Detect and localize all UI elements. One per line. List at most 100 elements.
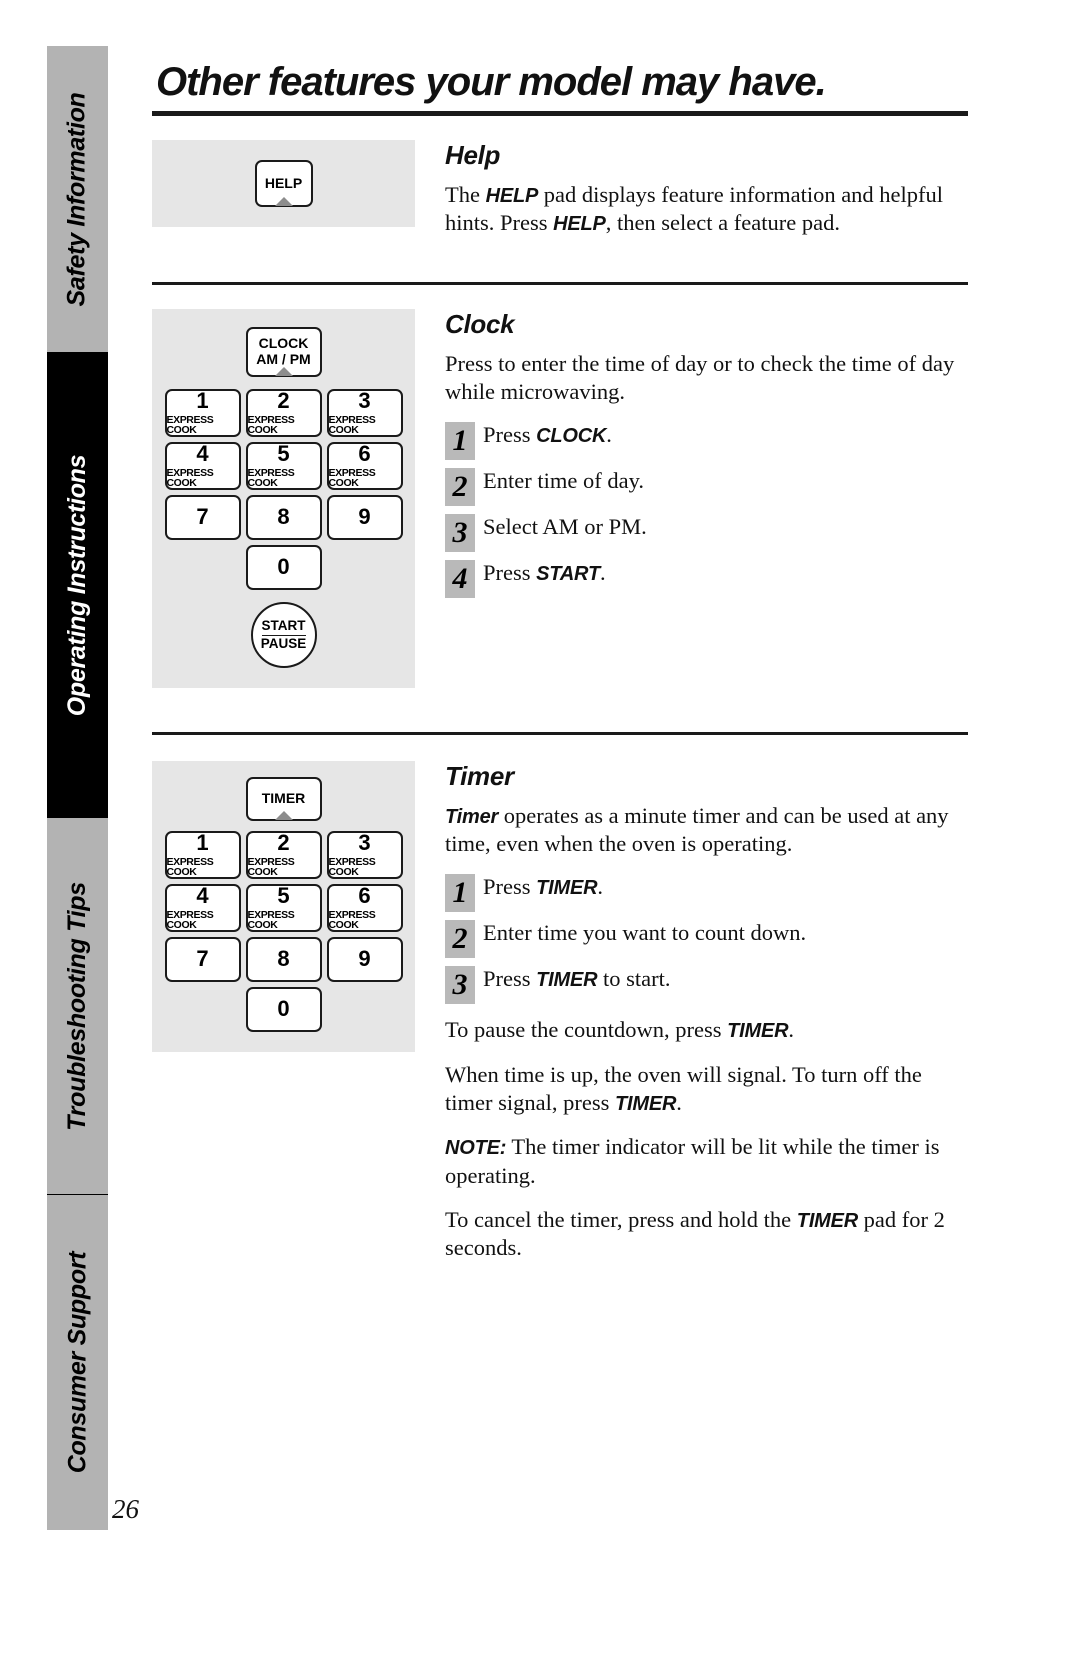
step-text-part-a: Select AM or PM. [483, 514, 647, 540]
keypad-key-0[interactable]: 0 [245, 544, 322, 590]
keypad-key-7[interactable]: 7 [164, 494, 241, 540]
step-text-part-a: Enter time of day. [483, 468, 644, 494]
keypad-key-5[interactable]: 5 EXPRESS COOK [245, 882, 322, 932]
keypad-key-sublabel: EXPRESS COOK [166, 413, 214, 437]
keypad-key-3[interactable]: 3 EXPRESS COOK [326, 387, 403, 437]
step-number-badge: 2 [445, 468, 475, 507]
keypad-key-sublabel: EXPRESS COOK [328, 908, 376, 932]
sidebar-item-safety-information[interactable]: Safety Information [47, 46, 108, 352]
keypad-key-number: 5 [277, 440, 290, 466]
sidebar-item-label: Safety Information [63, 91, 92, 307]
keypad-key-2[interactable]: 2 EXPRESS COOK [245, 830, 322, 879]
keypad-key-1[interactable]: 1 EXPRESS COOK [164, 387, 241, 437]
timer-pause-paragraph: To pause the countdown, press TIMER. [445, 1016, 972, 1044]
keypad-key-number: 3 [358, 387, 371, 413]
keypad-key-9[interactable]: 9 [326, 494, 403, 540]
clock-am-pm-pad-button[interactable]: CLOCK AM / PM [245, 326, 322, 377]
keypad-key-8[interactable]: 8 [245, 936, 322, 982]
keypad-key-7[interactable]: 7 [164, 936, 241, 982]
timer-intro-rest: operates as a minute timer and can be us… [445, 802, 949, 857]
step-text-part-a: Press [483, 560, 537, 586]
help-pad-button[interactable]: HELP [254, 160, 313, 207]
list-item: 2 Enter time you want to count down. [445, 920, 972, 959]
list-item: 1 Press CLOCK. [445, 422, 972, 461]
keypad-key-number: 0 [277, 554, 290, 580]
keypad-key-number: 7 [196, 504, 209, 530]
sidebar-item-consumer-support[interactable]: Consumer Support [47, 1195, 108, 1530]
list-item: 3 Select AM or PM. [445, 514, 972, 553]
step-text-part-b: TIMER [536, 969, 598, 992]
timer-cancel-b: TIMER [796, 1210, 859, 1233]
start-pause-label-line1: START [261, 618, 306, 636]
timer-panel-column: TIMER 1 EXPRESS COOK 2 EXPRESS COOK 3 EX… [152, 760, 415, 1052]
timer-text-column: Timer Timer operates as a minute timer a… [415, 761, 972, 1263]
timer-cancel-paragraph: To cancel the timer, press and hold the … [445, 1206, 972, 1263]
pad-indicator-arrow-icon [274, 197, 293, 206]
timer-intro-paragraph: Timer operates as a minute timer and can… [445, 802, 972, 859]
step-text-part-a: Press [483, 874, 537, 900]
step-text-part-b: TIMER [536, 877, 598, 900]
title-rule [152, 111, 968, 116]
step-number-badge: 1 [445, 422, 475, 461]
help-panel-column: HELP [152, 140, 415, 227]
sidebar-item-troubleshooting-tips[interactable]: Troubleshooting Tips [47, 818, 108, 1194]
step-text: Press CLOCK. [475, 422, 612, 448]
keypad-key-number: 2 [277, 387, 290, 413]
keypad-key-sublabel: EXPRESS COOK [166, 466, 214, 490]
clock-text-column: Clock Press to enter the time of day or … [415, 309, 972, 607]
list-item: 1 Press TIMER. [445, 874, 972, 913]
keypad-key-number: 5 [277, 882, 290, 908]
keypad-key-6[interactable]: 6 EXPRESS COOK [326, 882, 403, 932]
keypad-key-number: 6 [358, 440, 371, 466]
keypad-key-number: 1 [196, 829, 209, 855]
clock-steps-list: 1 Press CLOCK. 2 Enter time of day. 3 Se… [445, 422, 972, 599]
timer-number-keypad: 1 EXPRESS COOK 2 EXPRESS COOK 3 EXPRESS … [152, 829, 415, 982]
timer-steps-list: 1 Press TIMER. 2 Enter time you want to … [445, 874, 972, 1005]
help-pad-label: HELP [264, 174, 303, 191]
timer-signal-paragraph: When time is up, the oven will signal. T… [445, 1061, 972, 1118]
keypad-key-number: 4 [196, 440, 209, 466]
keypad-key-6[interactable]: 6 EXPRESS COOK [326, 440, 403, 490]
keypad-key-9[interactable]: 9 [326, 936, 403, 982]
keypad-key-number: 9 [358, 946, 371, 972]
keypad-key-0[interactable]: 0 [245, 986, 322, 1032]
sidebar-item-operating-instructions[interactable]: Operating Instructions [47, 352, 108, 818]
timer-pad-label: TIMER [261, 789, 306, 806]
timer-signal-b: TIMER [614, 1093, 677, 1116]
clock-intro-paragraph: Press to enter the time of day or to che… [445, 350, 955, 405]
step-text-part-c: . [606, 422, 612, 448]
keypad-key-number: 4 [196, 882, 209, 908]
sidebar-item-label: Operating Instructions [63, 454, 92, 716]
step-text: Enter time of day. [475, 468, 644, 494]
keypad-key-sublabel: EXPRESS COOK [328, 466, 376, 490]
timer-zero-key-row: 0 [152, 986, 415, 1032]
keypad-key-8[interactable]: 8 [245, 494, 322, 540]
clock-section: CLOCK AM / PM 1 EXPRESS COOK 2 EXPRESS C… [152, 308, 972, 688]
timer-pad-button[interactable]: TIMER [245, 776, 322, 821]
keypad-key-2[interactable]: 2 EXPRESS COOK [245, 387, 322, 437]
keypad-key-number: 1 [196, 387, 209, 413]
keypad-key-sublabel: EXPRESS COOK [166, 908, 214, 932]
help-text-1: The [445, 182, 486, 207]
sidebar-item-label: Troubleshooting Tips [63, 881, 92, 1131]
page-content: Other features your model may have. HELP… [152, 60, 972, 1263]
keypad-key-sublabel: EXPRESS COOK [328, 855, 376, 879]
keypad-key-sublabel: EXPRESS COOK [247, 413, 295, 437]
keypad-key-number: 6 [358, 882, 371, 908]
timer-cancel-a: To cancel the timer, press and hold the [445, 1207, 797, 1233]
list-item: 4 Press START. [445, 560, 972, 599]
keypad-key-4[interactable]: 4 EXPRESS COOK [164, 440, 241, 490]
help-heading: Help [445, 140, 501, 170]
start-pause-button[interactable]: START PAUSE [250, 601, 317, 668]
keypad-key-4[interactable]: 4 EXPRESS COOK [164, 882, 241, 932]
timer-control-panel-image: TIMER 1 EXPRESS COOK 2 EXPRESS COOK 3 EX… [152, 760, 415, 1052]
section-tab-strip: Safety Information Operating Instruction… [47, 46, 108, 1530]
step-text: Press TIMER to start. [475, 966, 670, 992]
keypad-key-number: 8 [277, 504, 290, 530]
step-number-badge: 2 [445, 920, 475, 959]
keypad-key-3[interactable]: 3 EXPRESS COOK [326, 830, 403, 879]
keypad-key-1[interactable]: 1 EXPRESS COOK [164, 829, 241, 879]
keypad-key-5[interactable]: 5 EXPRESS COOK [245, 440, 322, 490]
clock-control-panel-image: CLOCK AM / PM 1 EXPRESS COOK 2 EXPRESS C… [152, 308, 415, 688]
step-number-badge: 4 [445, 560, 475, 599]
